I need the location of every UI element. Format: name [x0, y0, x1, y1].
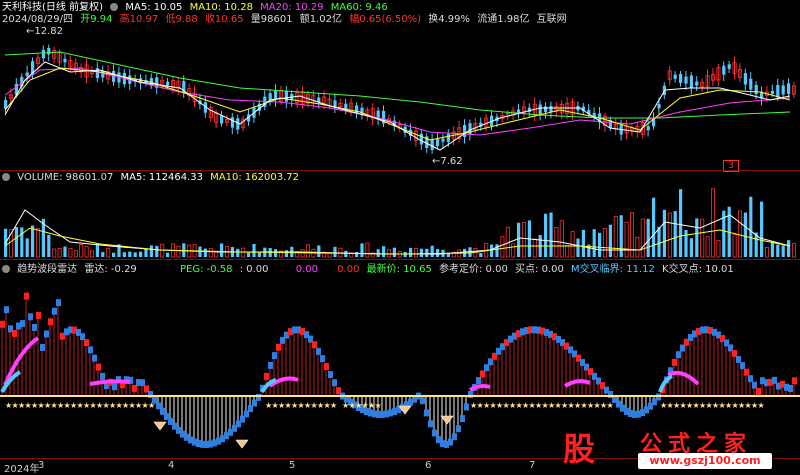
- indicator-block: [656, 393, 661, 401]
- indicator-block: [328, 371, 333, 379]
- indicator-block: [456, 425, 461, 433]
- indicator-block: [676, 351, 681, 359]
- axis-month-3: 3: [38, 460, 45, 471]
- axis-month-5: 5: [289, 460, 296, 471]
- indicator-block: [32, 323, 37, 331]
- indicator-block: [480, 370, 485, 378]
- indicator-block: [92, 354, 97, 362]
- watermark-url: www.gszj100.com: [649, 454, 761, 467]
- logo-char: 股: [563, 430, 596, 468]
- indicator-block: [36, 311, 41, 319]
- indicator-block: [672, 358, 677, 366]
- indicator-block: [20, 320, 25, 328]
- indicator-block: [732, 349, 737, 357]
- diamond-marker: [153, 421, 167, 431]
- indicator-chart[interactable]: ★ ★ ★ ★ ★ ★ ★ ★ ★ ★ ★ ★ ★ ★ ★ ★ ★ ★ ★ ★ ★ ★ ★ ★ ★ ★ ★ ★ ★ ★ ★ ★ ★ ★ ★ ★ ★ ★ ★ ★…: [0, 0, 800, 473]
- axis-month-4: 4: [168, 460, 175, 471]
- star-marker: ★: [375, 401, 382, 410]
- pink-wave: [468, 384, 491, 392]
- indicator-block: [256, 393, 261, 401]
- indicator-block: [740, 362, 745, 370]
- indicator-block: [272, 352, 277, 360]
- axis-month-6: 6: [425, 460, 432, 471]
- indicator-block: [752, 381, 757, 389]
- indicator-block: [744, 368, 749, 376]
- indicator-block: [460, 415, 465, 423]
- indicator-block: [332, 379, 337, 387]
- star-marker: ★: [758, 401, 765, 410]
- axis-month-7: 7: [529, 460, 536, 471]
- star-marker: ★: [148, 401, 155, 410]
- indicator-block: [88, 346, 93, 354]
- indicator-block: [312, 341, 317, 349]
- watermark-url-box: www.gszj100.com: [638, 453, 772, 469]
- indicator-block: [428, 420, 433, 428]
- watermark-logo: 股: [555, 424, 609, 468]
- indicator-block: [320, 355, 325, 363]
- indicator-block: [56, 299, 61, 307]
- indicator-block: [28, 313, 33, 321]
- indicator-block: [48, 318, 53, 326]
- indicator-block: [452, 433, 457, 441]
- indicator-block: [112, 383, 117, 391]
- indicator-block: [792, 377, 797, 385]
- indicator-block: [736, 355, 741, 363]
- indicator-block: [420, 397, 425, 405]
- indicator-block: [40, 343, 45, 351]
- indicator-block: [424, 409, 429, 417]
- indicator-block: [268, 361, 273, 369]
- indicator-block: [84, 339, 89, 347]
- indicator-block: [324, 362, 329, 370]
- indicator-block: [756, 387, 761, 395]
- star-marker: ★: [330, 401, 337, 410]
- indicator-block: [4, 306, 9, 314]
- indicator-bars: [0, 292, 797, 448]
- indicator-block: [52, 307, 57, 315]
- indicator-block: [44, 330, 49, 338]
- indicator-block: [788, 384, 793, 392]
- indicator-block: [264, 372, 269, 380]
- indicator-block: [140, 379, 145, 387]
- indicator-block: [100, 372, 105, 380]
- diamond-marker: [440, 415, 454, 425]
- indicator-block: [96, 363, 101, 371]
- indicator-block: [12, 329, 17, 337]
- indicator-block: [476, 377, 481, 385]
- indicator-block: [0, 320, 5, 328]
- indicator-block: [464, 403, 469, 411]
- indicator-block: [276, 343, 281, 351]
- indicator-block: [432, 429, 437, 437]
- indicator-block: [24, 292, 29, 300]
- star-marker: ★: [607, 401, 614, 410]
- indicator-block: [316, 347, 321, 355]
- diamond-marker: [235, 439, 249, 449]
- indicator-block: [748, 375, 753, 383]
